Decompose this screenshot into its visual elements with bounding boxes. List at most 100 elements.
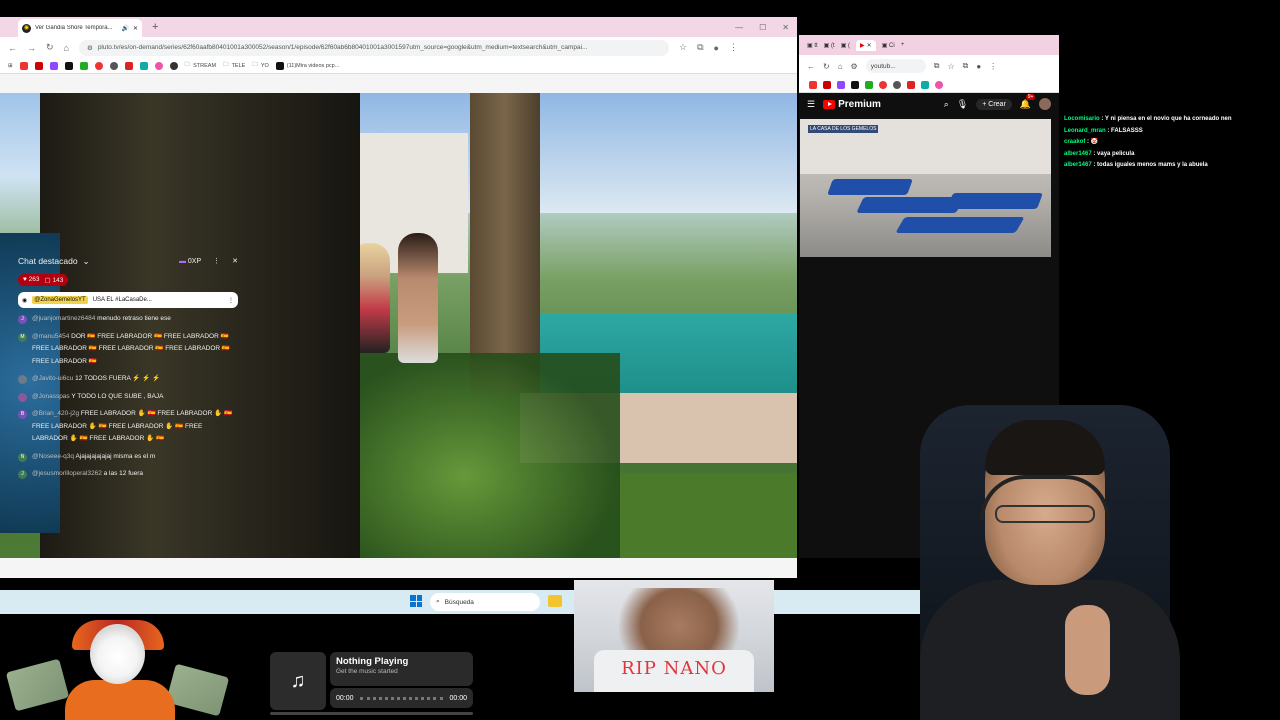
- bookmark-folder-stream[interactable]: 🗀 STREAM: [185, 61, 216, 70]
- chat-message[interactable]: M @manu5454 DOR 🇪🇸 FREE LABRADOR 🇪🇸 FREE …: [18, 331, 238, 369]
- chat-avatar: N: [18, 452, 27, 462]
- hamburger-menu-icon[interactable]: ☰: [807, 99, 815, 110]
- close-tab-icon[interactable]: ✕: [133, 25, 138, 32]
- kick-bookmark-icon[interactable]: [865, 80, 873, 89]
- close-window-icon[interactable]: ✕: [782, 23, 789, 32]
- xp-badge[interactable]: ▬ 0XP: [179, 258, 201, 265]
- chat-message[interactable]: J @jesusmorilloperal3262 a las 12 fuera: [18, 468, 238, 481]
- share-icon[interactable]: ⧉: [934, 61, 940, 71]
- bookmark-mira-videos[interactable]: (11)Mira videos pcp...: [275, 61, 339, 70]
- streamer-torso: [920, 580, 1180, 720]
- notifications-icon[interactable]: 🔔 9+: [1020, 93, 1036, 110]
- twitch-text: Y ni piensa en el novio que ha corneado …: [1104, 116, 1232, 122]
- joker-face: [90, 624, 145, 684]
- livestream-video[interactable]: LA CASA DE LOS GEMELOS: [800, 119, 1051, 257]
- chat-message[interactable]: B @Brian_420-j2g FREE LABRADOR ✋ 🇪🇸 FREE …: [18, 408, 238, 446]
- chat-message[interactable]: N @Noseee-q3q Ajajajajajajaj misma es el …: [18, 451, 238, 464]
- tiktok-bookmark-icon[interactable]: [851, 80, 859, 89]
- chat-title[interactable]: Chat destacado: [18, 256, 78, 266]
- apps-icon[interactable]: ⊞: [8, 63, 13, 69]
- home-icon[interactable]: ⌂: [838, 62, 843, 71]
- folder-icon: 🗀: [184, 62, 191, 68]
- tab-youtube[interactable]: ▶ ✕: [856, 39, 876, 51]
- chat-message[interactable]: @Jonasspas Y TODO LO QUE SUBE , BAJA: [18, 391, 238, 404]
- search-icon[interactable]: ⌕: [944, 99, 949, 110]
- site-info-icon[interactable]: ⚙: [851, 62, 858, 71]
- taskbar-search[interactable]: ⌕ Búsqueda: [430, 593, 540, 611]
- pinterest-bookmark-icon[interactable]: [94, 61, 103, 70]
- bookmark-folder-yo[interactable]: 🗀 YO: [252, 61, 268, 70]
- chat-message-body: @jesusmorilloperal3262 a las 12 fuera: [32, 468, 143, 481]
- back-icon[interactable]: ←: [8, 43, 17, 53]
- tab-other[interactable]: ▣ Ci: [882, 42, 895, 49]
- bookmark-icon[interactable]: [893, 80, 901, 89]
- chat-avatar: [18, 375, 27, 384]
- more-options-icon[interactable]: ⋮: [213, 257, 220, 265]
- bookmark-icon[interactable]: [935, 80, 943, 89]
- audio-icon[interactable]: 🔊: [121, 25, 128, 32]
- bookmark-icon[interactable]: [109, 61, 118, 70]
- menu-icon[interactable]: ⋮: [989, 62, 997, 71]
- folder-icon: 🗀: [252, 62, 258, 68]
- youtube-bookmark-icon[interactable]: [823, 80, 831, 89]
- microphone-icon[interactable]: 🎙: [957, 99, 968, 110]
- file-explorer-icon[interactable]: [548, 595, 562, 607]
- time-start: 00:00: [336, 694, 354, 702]
- tiktok-bookmark-icon[interactable]: [64, 61, 73, 70]
- create-button[interactable]: + Crear: [976, 98, 1012, 110]
- url-field[interactable]: youtub...: [865, 59, 926, 73]
- profile-icon[interactable]: ●: [714, 43, 719, 53]
- twitch-bookmark-icon[interactable]: [49, 61, 58, 70]
- bookmark-icon[interactable]: [139, 61, 148, 70]
- bookmark-folder-tele[interactable]: 🗀 TELE: [223, 61, 245, 70]
- music-subtitle: Get the music started: [336, 668, 398, 675]
- bookmark-icon[interactable]: [19, 61, 28, 70]
- twitch-text: FALSASSS: [1111, 127, 1143, 134]
- url-field[interactable]: ⚙ pluto.tv/es/on-demand/series/62f60aafb…: [78, 39, 669, 56]
- new-tab-button[interactable]: +: [901, 42, 905, 48]
- twitch-bookmark-icon[interactable]: [837, 80, 845, 89]
- pinned-message[interactable]: ◉ @ZonaGemelosYT USA EL #LaCasaDe... ⋮: [18, 292, 238, 308]
- profile-icon[interactable]: ●: [976, 62, 981, 71]
- minimize-icon[interactable]: —: [735, 23, 743, 32]
- chat-message[interactable]: J @juanjomartinez6484 menudo retraso tien…: [18, 313, 238, 326]
- bookmark-icon[interactable]: [124, 61, 133, 70]
- chat-message-list: J @juanjomartinez6484 menudo retraso tien…: [18, 313, 238, 481]
- site-info-icon[interactable]: ⚙: [87, 44, 93, 52]
- bookmark-icon[interactable]: [921, 80, 929, 89]
- youtube-logo[interactable]: Premium: [823, 99, 881, 110]
- bookmark-icon[interactable]: [809, 80, 817, 89]
- url-text: pluto.tv/es/on-demand/series/62f60aafb80…: [97, 44, 588, 51]
- maximize-icon[interactable]: ☐: [759, 23, 766, 32]
- kick-bookmark-icon[interactable]: [79, 61, 88, 70]
- extensions-icon[interactable]: ⧉: [963, 61, 969, 71]
- star-icon[interactable]: ☆: [947, 62, 954, 71]
- tab-tiktok[interactable]: ▣ tt: [807, 42, 818, 49]
- close-chat-icon[interactable]: ✕: [232, 257, 238, 265]
- extensions-icon[interactable]: ⧉: [697, 42, 703, 53]
- bookmark-icon[interactable]: [154, 61, 163, 70]
- star-icon[interactable]: ☆: [679, 42, 687, 53]
- money-fan: [5, 658, 70, 712]
- chat-message[interactable]: @Javito-ui6cu 12 TODOS FUERA ⚡ ⚡ ⚡: [18, 373, 238, 386]
- reload-icon[interactable]: ↻: [823, 62, 830, 71]
- tab-tiktok[interactable]: ▣ (t: [824, 42, 835, 49]
- new-tab-button[interactable]: +: [152, 21, 158, 33]
- menu-icon[interactable]: ⋮: [729, 42, 738, 53]
- forward-icon[interactable]: →: [27, 43, 36, 53]
- back-icon[interactable]: ←: [807, 62, 815, 71]
- chevron-down-icon[interactable]: ⌄: [83, 256, 90, 267]
- home-icon[interactable]: ⌂: [64, 43, 69, 53]
- tab-tiktok[interactable]: ▣ (: [841, 42, 850, 49]
- reload-icon[interactable]: ↻: [46, 42, 54, 53]
- youtube-bookmark-icon[interactable]: [34, 61, 43, 70]
- windows-start-icon[interactable]: [410, 595, 422, 607]
- live-bed: [827, 179, 913, 195]
- chat-avatar: B: [18, 410, 27, 419]
- bookmark-icon[interactable]: [879, 80, 887, 89]
- bookmark-icon[interactable]: [169, 61, 178, 70]
- bookmark-icon[interactable]: [907, 80, 915, 89]
- avatar[interactable]: [1039, 98, 1051, 110]
- more-options-icon[interactable]: ⋮: [228, 297, 234, 304]
- tab-pluto-tv[interactable]: ◉ Ver Gandia Shore Tempora... 🔊 ✕: [18, 19, 142, 37]
